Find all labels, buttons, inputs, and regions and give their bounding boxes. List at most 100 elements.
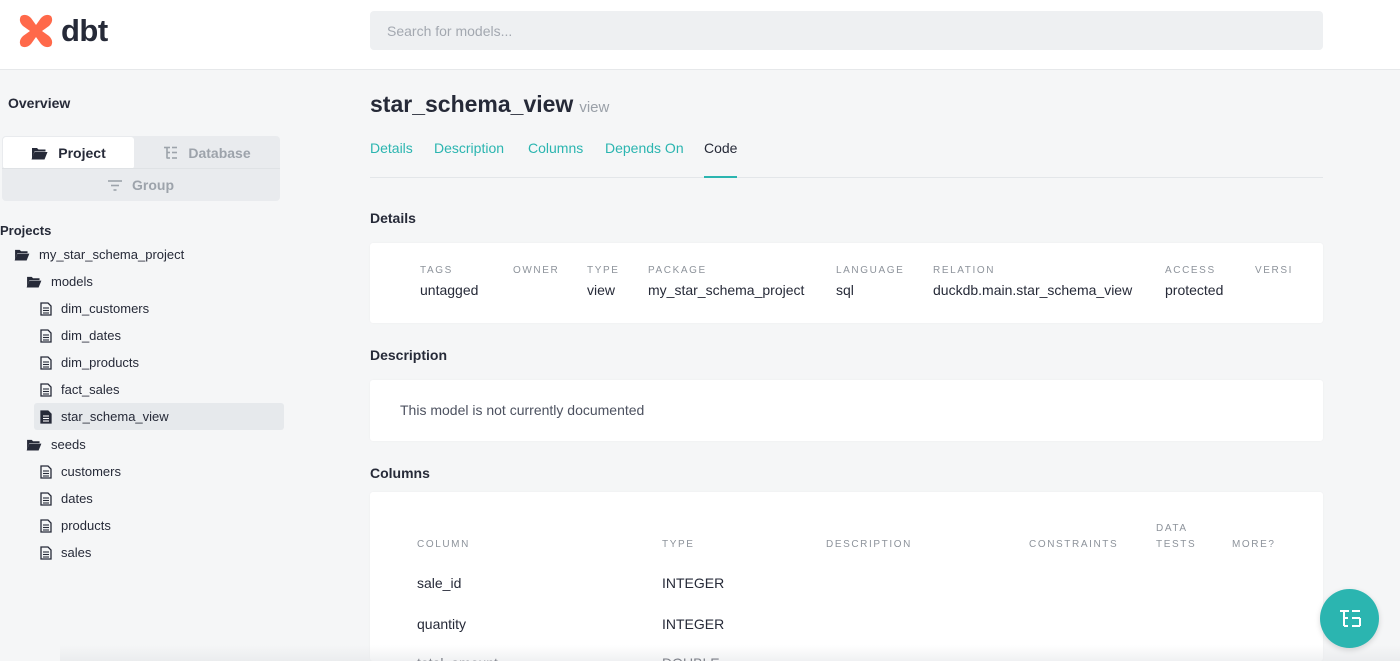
top-bar: dbt: [0, 0, 1400, 70]
tree-file-label: fact_sales: [61, 382, 120, 397]
file-icon: [40, 518, 52, 533]
column-type-cell: DOUBLE: [662, 655, 720, 661]
columns-heading: Columns: [370, 465, 430, 481]
file-icon: [40, 301, 52, 316]
search-input[interactable]: [370, 11, 1323, 50]
detail-package: PACKAGE my_star_schema_project: [648, 265, 804, 298]
column-header-data-tests: DATA TESTS: [1156, 521, 1196, 553]
tab-description[interactable]: Description: [434, 140, 504, 178]
detail-label: TYPE: [587, 265, 620, 276]
tree-file-customers[interactable]: customers: [40, 458, 121, 485]
view-switcher: Project Database Group: [2, 136, 280, 201]
detail-label: RELATION: [933, 265, 996, 276]
main-content: star_schema_view view Details Descriptio…: [370, 71, 1323, 661]
detail-version: VERSI: [1255, 265, 1293, 282]
tab-bar: Details Description Columns Depends On C…: [370, 129, 1323, 178]
tab-code[interactable]: Code: [704, 140, 738, 178]
column-type-cell: INTEGER: [662, 575, 725, 591]
folder-open-icon: [26, 439, 42, 451]
column-header-description: DESCRIPTION: [826, 539, 912, 550]
tab-depends-on[interactable]: Depends On: [605, 140, 684, 178]
detail-label: LANGUAGE: [836, 265, 905, 276]
detail-value: view: [587, 282, 616, 298]
model-type-label: view: [579, 99, 610, 116]
tree-file-dim-dates[interactable]: dim_dates: [40, 322, 121, 349]
detail-value: untagged: [420, 282, 479, 298]
detail-label: ACCESS: [1165, 265, 1216, 276]
model-title-row: star_schema_view view: [370, 91, 609, 118]
database-view-label: Database: [188, 145, 251, 161]
detail-language: LANGUAGE sql: [836, 265, 904, 298]
column-header-data-tests-line1: DATA: [1156, 523, 1188, 534]
folder-open-icon: [14, 249, 30, 261]
tree-file-label: dim_customers: [61, 301, 150, 316]
file-icon: [40, 382, 52, 397]
column-header-more: MORE?: [1232, 539, 1276, 550]
detail-label: TAGS: [420, 265, 453, 276]
description-text: This model is not currently documented: [400, 402, 645, 418]
tab-columns[interactable]: Columns: [528, 140, 583, 178]
tree-file-label: sales: [61, 545, 92, 560]
tree-structure-icon: [164, 146, 178, 159]
database-view-button[interactable]: Database: [135, 137, 279, 169]
column-type-cell: INTEGER: [662, 616, 725, 632]
group-view-button[interactable]: Group: [3, 169, 279, 201]
group-view-label: Group: [132, 177, 174, 193]
file-filled-icon: [40, 409, 52, 424]
tree-file-dates[interactable]: dates: [40, 485, 93, 512]
detail-type: TYPE view: [587, 265, 620, 298]
tree-file-label: products: [61, 518, 111, 533]
details-card: TAGS untagged OWNER TYPE view PACKAGE my…: [370, 243, 1323, 323]
tree-file-sales[interactable]: sales: [40, 539, 91, 566]
logo-text: dbt: [61, 13, 108, 48]
file-icon: [40, 464, 52, 479]
tree-file-dim-customers[interactable]: dim_customers: [40, 295, 149, 322]
column-name-cell: total_amount: [417, 655, 498, 661]
folder-open-icon: [26, 276, 42, 288]
tree-file-star-schema-view[interactable]: star_schema_view: [34, 403, 284, 430]
tree-file-label: dates: [61, 491, 93, 506]
page-title: star_schema_view: [370, 91, 574, 117]
tree-file-label: customers: [61, 464, 121, 479]
column-header-name: COLUMN: [417, 539, 470, 550]
description-card: This model is not currently documented: [370, 380, 1323, 441]
detail-value: my_star_schema_project: [648, 282, 805, 298]
file-icon: [40, 491, 52, 506]
column-header-data-tests-line2: TESTS: [1156, 539, 1197, 550]
detail-tags: TAGS untagged: [420, 265, 478, 298]
dbt-logo[interactable]: dbt: [17, 12, 108, 50]
tree-project-node[interactable]: my_star_schema_project: [14, 241, 184, 268]
tree-project-label: my_star_schema_project: [39, 247, 185, 262]
tree-file-label: dim_products: [61, 355, 140, 370]
detail-label: PACKAGE: [648, 265, 707, 276]
detail-label: VERSI: [1255, 265, 1294, 276]
column-name-cell: quantity: [417, 616, 467, 632]
tree-file-label: star_schema_view: [61, 409, 169, 424]
tab-details[interactable]: Details: [370, 140, 413, 178]
project-view-label: Project: [58, 145, 106, 161]
tree-file-fact-sales[interactable]: fact_sales: [40, 376, 120, 403]
columns-card: COLUMN TYPE DESCRIPTION CONSTRAINTS DATA…: [370, 492, 1323, 661]
tree-file-dim-products[interactable]: dim_products: [40, 349, 139, 376]
column-header-constraints: CONSTRAINTS: [1029, 539, 1119, 550]
folder-open-icon: [31, 147, 48, 159]
detail-label: OWNER: [513, 265, 560, 276]
tree-hierarchy-icon: [1339, 609, 1361, 627]
project-view-button[interactable]: Project: [3, 137, 134, 169]
detail-relation: RELATION duckdb.main.star_schema_view: [933, 265, 1132, 298]
description-heading: Description: [370, 347, 448, 363]
tree-file-products[interactable]: products: [40, 512, 111, 539]
lineage-graph-button[interactable]: [1320, 589, 1379, 648]
detail-access: ACCESS protected: [1165, 265, 1223, 298]
tree-seeds-folder[interactable]: seeds: [26, 431, 86, 458]
file-icon: [40, 355, 52, 370]
tree-file-label: dim_dates: [61, 328, 121, 343]
file-icon: [40, 328, 52, 343]
overview-link[interactable]: Overview: [8, 95, 70, 111]
filter-lines-icon: [108, 179, 122, 191]
column-name-cell: sale_id: [417, 575, 462, 591]
detail-owner: OWNER: [513, 265, 559, 282]
tree-models-label: models: [51, 274, 93, 289]
tree-models-folder[interactable]: models: [26, 268, 93, 295]
column-header-type: TYPE: [662, 539, 695, 550]
